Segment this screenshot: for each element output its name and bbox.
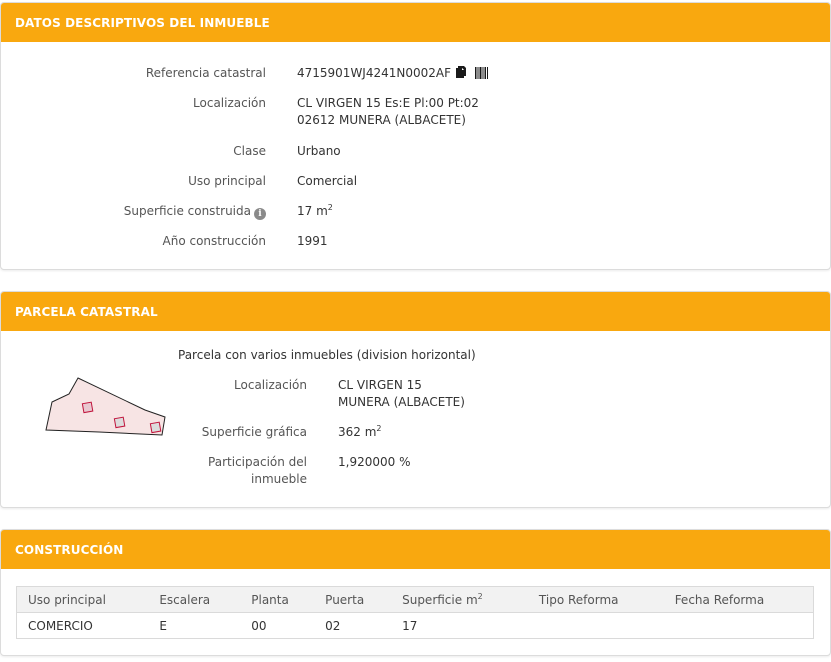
cell-superficie: 17	[402, 618, 418, 633]
parcela-localizacion-line1: CL VIRGEN 15	[338, 378, 422, 392]
datos-descriptivos-title: DATOS DESCRIPTIVOS DEL INMUEBLE	[15, 15, 270, 30]
parcela-localizacion-value: CL VIRGEN 15 MUNERA (ALBACETE)	[338, 377, 465, 411]
construccion-table: Uso principal Escalera Planta Puerta Sup…	[16, 586, 814, 639]
localizacion-line1: CL VIRGEN 15 Es:E Pl:00 Pt:02	[297, 96, 479, 110]
localizacion-value: CL VIRGEN 15 Es:E Pl:00 Pt:02 02612 MUNE…	[297, 95, 479, 129]
clase-label: Clase	[233, 144, 266, 158]
parcela-catastral-title: PARCELA CATASTRAL	[15, 304, 158, 319]
col-header-planta: Planta	[240, 586, 315, 613]
participacion-value: 1,920000 %	[338, 455, 411, 469]
construccion-header-row: Uso principal Escalera Planta Puerta Sup…	[16, 586, 814, 613]
construccion-title: CONSTRUCCIÓN	[15, 542, 124, 557]
cell-tipo-reforma	[528, 613, 664, 639]
superficie-construida-label: Superficie construida i	[26, 203, 266, 220]
barcode-icon[interactable]	[475, 66, 489, 84]
construccion-panel: CONSTRUCCIÓN Uso principal Escalera Plan…	[0, 529, 831, 656]
superficie-grafica-label: Superficie gráfica	[201, 425, 307, 439]
datos-descriptivos-panel: DATOS DESCRIPTIVOS DEL INMUEBLE Referenc…	[0, 2, 831, 270]
unit-marker	[81, 401, 94, 414]
parcela-subtitle: Parcela con varios inmuebles (division h…	[178, 348, 476, 362]
parcela-localizacion-label: Localización	[234, 378, 307, 392]
participacion-label-line2: inmueble	[251, 472, 307, 486]
col-header-puerta: Puerta	[314, 586, 392, 613]
referencia-catastral-value: 4715901WJ4241N0002AF	[297, 65, 489, 84]
referencia-catastral-text: 4715901WJ4241N0002AF	[297, 66, 452, 80]
table-row: COMERCIO E 00 02 17	[17, 613, 814, 639]
parcela-localizacion-line2: MUNERA (ALBACETE)	[338, 395, 465, 409]
superficie-construida-text: Superficie construida	[123, 204, 251, 218]
col-header-escalera: Escalera	[148, 586, 241, 613]
construccion-header: CONSTRUCCIÓN	[1, 530, 830, 569]
cell-planta: 00	[251, 618, 267, 633]
col-header-superficie-text: Superficie m	[402, 592, 478, 607]
participacion-label: Participación del inmueble	[107, 454, 307, 488]
parcela-catastral-panel: PARCELA CATASTRAL Parcela con varios inm…	[0, 291, 831, 508]
col-header-uso-principal: Uso principal	[16, 586, 149, 613]
col-header-tipo-reforma: Tipo Reforma	[527, 586, 664, 613]
cell-escalera: E	[159, 618, 167, 633]
localizacion-label: Localización	[193, 96, 266, 110]
anio-construccion-value: 1991	[297, 234, 328, 248]
clase-value: Urbano	[297, 144, 341, 158]
referencia-catastral-label: Referencia catastral	[145, 66, 266, 80]
superficie-grafica-value: 362 m2	[338, 424, 382, 441]
col-header-superficie: Superficie m2	[391, 586, 528, 613]
copy-icon[interactable]	[455, 66, 467, 84]
superficie-grafica-unit-sup: 2	[376, 424, 382, 433]
cell-fecha-reforma	[664, 613, 814, 639]
superficie-construida-number: 17 m	[297, 204, 328, 218]
localizacion-line2: 02612 MUNERA (ALBACETE)	[297, 113, 466, 127]
superficie-construida-unit-sup: 2	[327, 203, 333, 212]
datos-descriptivos-header: DATOS DESCRIPTIVOS DEL INMUEBLE	[1, 3, 830, 42]
cell-puerta: 02	[325, 618, 341, 633]
superficie-construida-value: 17 m2	[297, 203, 333, 220]
uso-principal-value: Comercial	[297, 174, 358, 188]
col-header-superficie-sup: 2	[477, 591, 483, 601]
col-header-fecha-reforma: Fecha Reforma	[663, 586, 814, 613]
uso-principal-label: Uso principal	[188, 174, 266, 188]
info-icon[interactable]: i	[254, 208, 266, 220]
cell-uso-principal: COMERCIO	[28, 618, 93, 633]
anio-construccion-label: Año construcción	[162, 234, 267, 248]
participacion-label-line1: Participación del	[208, 455, 307, 469]
superficie-grafica-number: 362 m	[338, 425, 377, 439]
parcela-catastral-header: PARCELA CATASTRAL	[1, 292, 830, 331]
